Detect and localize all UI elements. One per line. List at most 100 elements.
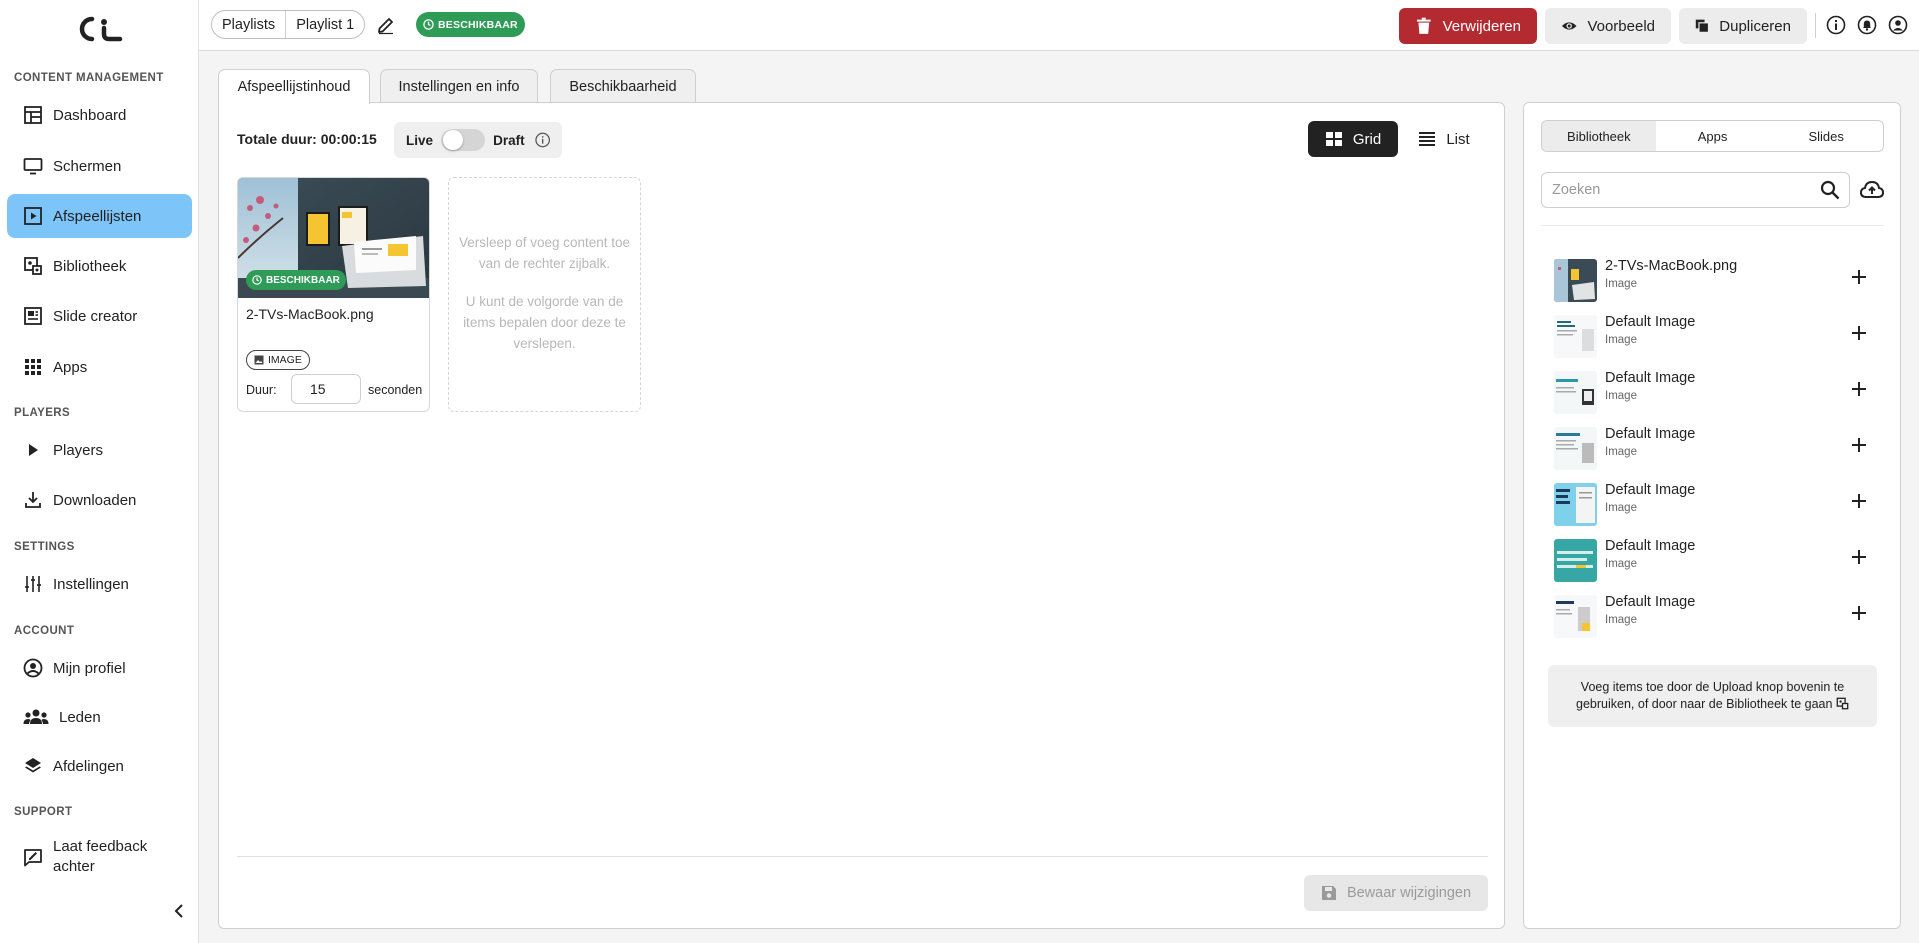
profile-icon xyxy=(23,658,43,678)
copy-icon xyxy=(1695,19,1710,33)
sidebar-item-afspeellijsten[interactable]: Afspeellijsten xyxy=(7,194,192,238)
library-item-type: Image xyxy=(1605,390,1637,402)
status-badge: BESCHIKBAAR xyxy=(416,12,525,37)
library-item[interactable]: Default Image Image xyxy=(1554,478,1874,526)
sidebar-item-label: Apps xyxy=(53,358,88,376)
user-icon[interactable] xyxy=(1888,15,1908,35)
tab-instellingen-en-info[interactable]: Instellingen en info xyxy=(380,69,538,103)
library-tab-slides[interactable]: Slides xyxy=(1769,121,1883,151)
drop-zone[interactable]: Versleep of voeg content toe van de rech… xyxy=(448,177,641,412)
info-icon[interactable] xyxy=(534,132,550,148)
duplicate-button-label: Dupliceren xyxy=(1719,17,1791,35)
toolbar-divider xyxy=(1815,13,1816,38)
sidebar-item-label: Mijn profiel xyxy=(53,659,126,677)
add-icon[interactable] xyxy=(1850,268,1868,286)
cloud-upload-icon[interactable] xyxy=(1860,179,1884,201)
sidebar-item-dashboard[interactable]: Dashboard xyxy=(7,93,192,137)
sidebar-item-mijn-profiel[interactable]: Mijn profiel xyxy=(7,646,192,690)
monitor-icon xyxy=(23,156,43,176)
library-item-type: Image xyxy=(1605,278,1637,290)
live-draft-switch[interactable] xyxy=(441,129,486,151)
section-label-settings: SETTINGS xyxy=(14,541,75,553)
library-item[interactable]: Default Image Image xyxy=(1554,590,1874,638)
breadcrumb-playlists[interactable]: Playlists xyxy=(212,11,285,38)
duration-input[interactable] xyxy=(291,374,361,404)
sidebar-item-label: Dashboard xyxy=(53,106,127,124)
sidebar-item-label: Players xyxy=(53,441,104,459)
sidebar-item-afdelingen[interactable]: Afdelingen xyxy=(7,744,192,788)
grid-view-label: Grid xyxy=(1352,130,1382,148)
feedback-icon xyxy=(23,847,43,867)
clock-icon xyxy=(423,19,434,30)
library-item-name: Default Image xyxy=(1605,370,1696,386)
search-icon[interactable] xyxy=(1820,180,1840,200)
library-item-thumbnail xyxy=(1554,483,1597,526)
library-item[interactable]: Default Image Image xyxy=(1554,310,1874,358)
sidebar-item-label: Downloaden xyxy=(53,491,137,509)
sidebar-item-label: Leden xyxy=(59,708,101,726)
add-icon[interactable] xyxy=(1850,492,1868,510)
sidebar-item-downloaden[interactable]: Downloaden xyxy=(7,478,192,522)
trash-icon xyxy=(1416,17,1431,34)
add-icon[interactable] xyxy=(1850,436,1868,454)
add-icon[interactable] xyxy=(1850,324,1868,342)
sidebar-item-apps[interactable]: Apps xyxy=(7,345,192,389)
sidebar-item-label: Instellingen xyxy=(53,575,129,593)
bell-icon[interactable] xyxy=(1857,15,1877,35)
layers-icon xyxy=(23,756,43,776)
library-item[interactable]: Default Image Image xyxy=(1554,422,1874,470)
library-icon xyxy=(23,256,43,276)
save-changes-label: Bewaar wijzigingen xyxy=(1346,885,1472,901)
grid-view-button[interactable]: Grid xyxy=(1308,121,1398,157)
library-item-name: Default Image xyxy=(1605,314,1696,330)
sidebar-item-schermen[interactable]: Schermen xyxy=(7,144,192,188)
list-view-button[interactable]: List xyxy=(1409,121,1479,157)
section-label-account: ACCOUNT xyxy=(14,625,75,637)
sidebar-item-label: Schermen xyxy=(53,157,122,175)
collapse-sidebar-icon[interactable] xyxy=(170,902,188,920)
library-search-input[interactable] xyxy=(1541,172,1850,208)
download-icon xyxy=(23,490,43,510)
play-icon xyxy=(23,440,43,460)
app-logo[interactable] xyxy=(74,14,124,44)
toggle-draft-label: Draft xyxy=(493,132,525,148)
library-tab-apps[interactable]: Apps xyxy=(1656,121,1770,151)
group-icon xyxy=(23,707,49,727)
duplicate-button[interactable]: Dupliceren xyxy=(1679,8,1807,44)
library-item-type: Image xyxy=(1605,502,1637,514)
tab-beschikbaarheid[interactable]: Beschikbaarheid xyxy=(550,69,696,103)
sidebar-item-slide-creator[interactable]: Slide creator xyxy=(7,294,192,338)
type-chip-label: IMAGE xyxy=(268,354,302,366)
tab-afspeellijstinhoud[interactable]: Afspeellijstinhoud xyxy=(218,69,370,104)
info-icon[interactable] xyxy=(1826,15,1846,35)
card-status-badge: BESCHIKBAAR xyxy=(246,270,346,290)
edit-pencil-icon[interactable] xyxy=(376,15,396,35)
duration-label: Duur: xyxy=(246,383,277,397)
library-item[interactable]: Default Image Image xyxy=(1554,366,1874,414)
library-item[interactable]: Default Image Image xyxy=(1554,534,1874,582)
playlist-item-card[interactable]: BESCHIKBAAR 2-TVs-MacBook.png IMAGE Duur… xyxy=(237,177,430,412)
add-icon[interactable] xyxy=(1850,604,1868,622)
save-icon xyxy=(1321,886,1336,900)
library-item-name: Default Image xyxy=(1605,538,1696,554)
sidebar-item-instellingen[interactable]: Instellingen xyxy=(7,562,192,606)
slide-icon xyxy=(23,306,43,326)
breadcrumb-current[interactable]: Playlist 1 xyxy=(286,11,364,38)
preview-button[interactable]: Voorbeeld xyxy=(1545,8,1671,44)
delete-button[interactable]: Verwijderen xyxy=(1399,8,1537,44)
drop-zone-text-1: Versleep of voeg content toe van de rech… xyxy=(458,235,631,271)
library-tab-bibliotheek[interactable]: Bibliotheek xyxy=(1542,121,1656,151)
library-item-thumbnail xyxy=(1554,259,1597,302)
add-icon[interactable] xyxy=(1850,380,1868,398)
sidebar-item-feedback[interactable]: Laat feedback achter xyxy=(7,834,192,880)
add-icon[interactable] xyxy=(1850,548,1868,566)
sidebar-item-label: Afdelingen xyxy=(53,757,124,775)
footer-divider xyxy=(237,856,1488,857)
sidebar-item-leden[interactable]: Leden xyxy=(7,695,192,739)
sidebar-item-bibliotheek[interactable]: Bibliotheek xyxy=(7,244,192,288)
sidebar-item-players[interactable]: Players xyxy=(7,428,192,472)
library-item[interactable]: 2-TVs-MacBook.png Image xyxy=(1554,254,1874,302)
eye-icon xyxy=(1561,22,1577,30)
save-changes-button[interactable]: Bewaar wijzigingen xyxy=(1304,875,1488,911)
library-item-name: Default Image xyxy=(1605,594,1696,610)
